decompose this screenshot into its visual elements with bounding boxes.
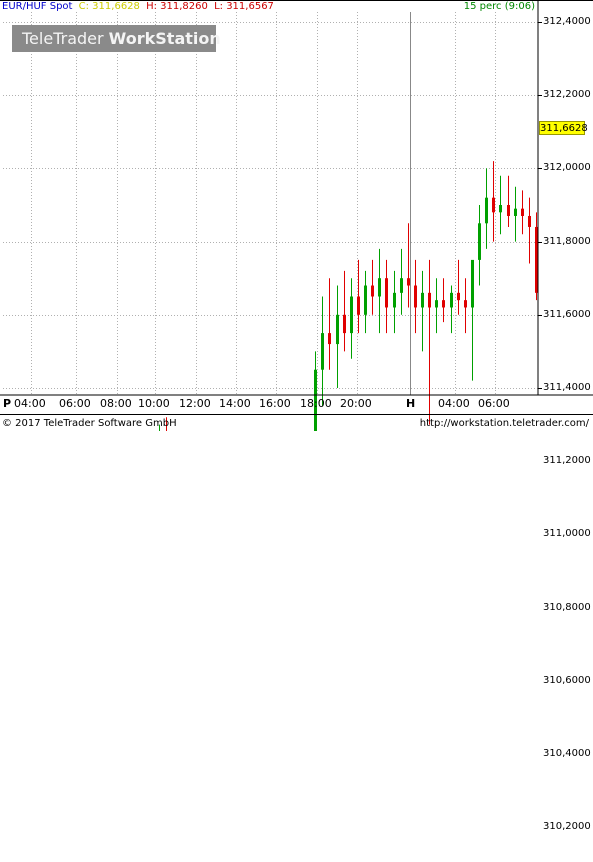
status-footer: © 2017 TeleTrader Software GmbH http://w… bbox=[0, 414, 593, 431]
candle-body bbox=[328, 333, 331, 345]
teletrader-logo: TeleTrader WorkStation bbox=[12, 25, 221, 52]
period-label: 15 perc (9:06) bbox=[463, 1, 535, 12]
y-tick-label: 311,6000 bbox=[543, 308, 591, 320]
x-tick-label: 08:00 bbox=[100, 397, 132, 410]
close-value: C: 311,6628 bbox=[78, 1, 140, 12]
candle-body bbox=[364, 285, 367, 315]
candle-body bbox=[528, 215, 531, 227]
x-tick-label: 12:00 bbox=[179, 397, 211, 410]
grid-lines bbox=[3, 12, 542, 395]
y-tick-label: 312,2000 bbox=[543, 88, 591, 100]
copyright-text: © 2017 TeleTrader Software GmbH bbox=[2, 418, 177, 429]
y-tick-label: 310,8000 bbox=[543, 601, 591, 613]
x-tick-label: 14:00 bbox=[219, 397, 251, 410]
y-tick-label: 311,0000 bbox=[543, 527, 591, 539]
symbol-label: EUR/HUF Spot bbox=[2, 1, 73, 12]
candle-body bbox=[492, 197, 495, 213]
candle-body bbox=[442, 300, 445, 308]
y-tick-label: 310,4000 bbox=[543, 747, 591, 759]
candle-body bbox=[357, 296, 360, 315]
candle-body bbox=[378, 278, 381, 297]
candle-body bbox=[521, 208, 524, 216]
period-marker: P bbox=[3, 397, 12, 410]
candle-body bbox=[485, 197, 488, 224]
x-tick-label: 04:00 bbox=[14, 397, 46, 410]
x-tick-label: 06:00 bbox=[478, 397, 510, 410]
website-link[interactable]: http://workstation.teletrader.com/ bbox=[420, 415, 589, 432]
candle-body bbox=[428, 292, 431, 308]
candle-body bbox=[478, 223, 481, 260]
y-tick-label: 311,4000 bbox=[543, 381, 591, 393]
day-marker: H bbox=[406, 397, 416, 410]
candle-body bbox=[321, 333, 324, 370]
candle-body bbox=[350, 296, 353, 334]
price-chart[interactable] bbox=[0, 0, 593, 431]
x-tick-label: 16:00 bbox=[259, 397, 291, 410]
candle-body bbox=[514, 208, 517, 216]
instrument-header: EUR/HUF Spot C: 311,6628 H: 311,8260 L: … bbox=[2, 1, 277, 12]
y-tick-label: 310,2000 bbox=[543, 820, 591, 832]
y-tick-label: 311,2000 bbox=[543, 454, 591, 466]
candle-body bbox=[343, 314, 346, 334]
low-value: L: 311,6567 bbox=[214, 1, 274, 12]
x-tick-label: 04:00 bbox=[438, 397, 470, 410]
candle-body bbox=[400, 278, 403, 293]
y-tick-label: 312,4000 bbox=[543, 15, 591, 27]
candle-body bbox=[407, 278, 410, 286]
candle-body bbox=[457, 292, 460, 301]
candle-body bbox=[336, 314, 339, 345]
logo-text-1: TeleTrader bbox=[22, 29, 104, 48]
y-tick-label: 311,8000 bbox=[543, 235, 591, 247]
candlestick-series bbox=[159, 161, 538, 431]
candle-body bbox=[371, 285, 374, 297]
candle-body bbox=[385, 278, 388, 308]
candle-body bbox=[499, 205, 502, 213]
candle-body bbox=[435, 300, 438, 308]
chart-window: EUR/HUF Spot C: 311,6628 H: 311,8260 L: … bbox=[0, 0, 593, 832]
y-tick-label: 310,6000 bbox=[543, 674, 591, 686]
candle-body bbox=[393, 292, 396, 308]
x-tick-label: 18:00 bbox=[300, 397, 332, 410]
high-value: H: 311,8260 bbox=[146, 1, 208, 12]
logo-text-2: WorkStation bbox=[108, 29, 221, 48]
x-tick-label: 06:00 bbox=[59, 397, 91, 410]
candle-body bbox=[421, 292, 424, 308]
x-tick-label: 10:00 bbox=[138, 397, 170, 410]
candle-body bbox=[414, 285, 417, 308]
x-tick-label: 20:00 bbox=[340, 397, 372, 410]
candle-body bbox=[471, 259, 474, 308]
last-price-tag: 311,6628 bbox=[539, 121, 588, 135]
y-tick-label: 312,0000 bbox=[543, 161, 591, 173]
candle-body bbox=[450, 292, 453, 308]
candle-body bbox=[464, 300, 467, 308]
candle-body bbox=[507, 205, 510, 216]
